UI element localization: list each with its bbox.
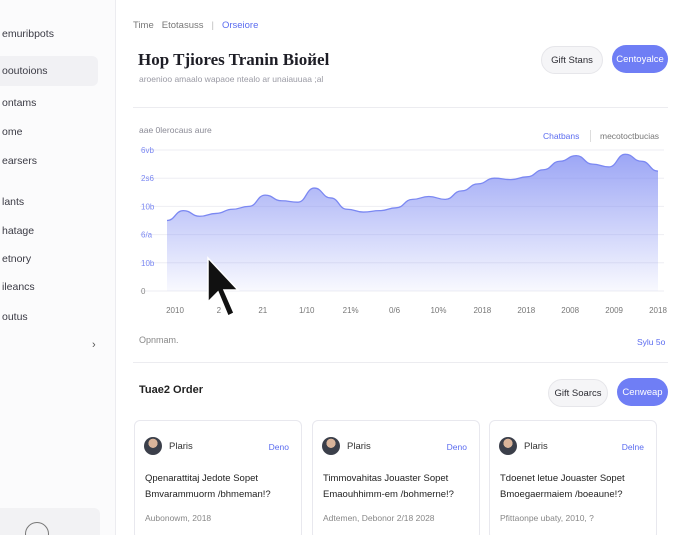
sidebar-item-label: outus xyxy=(2,311,28,323)
card-meta: Adtemen, Debonor 2/18 2028 xyxy=(323,513,435,523)
card-name: Plaris xyxy=(347,441,371,452)
x-tick-label: 0/6 xyxy=(389,306,401,315)
sidebar-item-0[interactable]: emuribpots xyxy=(0,19,98,49)
breadcrumb-current[interactable]: Orseiore xyxy=(222,20,258,31)
avatar xyxy=(144,437,162,455)
x-tick-label: 21% xyxy=(343,306,359,315)
section-primary-button[interactable]: Cenweap xyxy=(617,378,668,406)
card-tag[interactable]: Deno xyxy=(447,442,467,452)
divider xyxy=(133,107,668,108)
y-tick-label: 10b xyxy=(141,259,155,268)
y-tick-label: 6vb xyxy=(141,146,154,155)
card-0[interactable]: Plaris Deno Qpenarattitaj Jedote Sopet B… xyxy=(134,420,302,535)
card-2[interactable]: Plaris Delne Tdoenet letue Jouaster Sope… xyxy=(489,420,657,535)
chart-tab-active[interactable]: Chatbans xyxy=(543,131,579,141)
chart-tab-other[interactable]: mecotoctbucias xyxy=(600,131,659,141)
chart-tab-separator xyxy=(590,130,591,142)
avatar xyxy=(322,437,340,455)
chart-footer-link[interactable]: Sylu 5o xyxy=(637,337,665,347)
sidebar-item-1[interactable]: ooutoions xyxy=(0,56,98,86)
card-1[interactable]: Plaris Deno Timmovahitas Jouaster Sopet … xyxy=(312,420,480,535)
breadcrumb: Time Etotasuss | Orseiore xyxy=(133,20,258,31)
sidebar-item-7[interactable]: etnory xyxy=(0,244,98,274)
avatar xyxy=(499,437,517,455)
breadcrumb-item-0[interactable]: Time xyxy=(133,20,154,31)
sidebar-item-label: emuribpots xyxy=(2,28,54,40)
sidebar-item-2[interactable]: ontams xyxy=(0,88,98,118)
sidebar-item-label: hatage xyxy=(2,225,35,237)
chart-footer-label: Opnmam. xyxy=(139,335,179,345)
chart-area xyxy=(167,154,658,291)
divider xyxy=(133,362,668,363)
breadcrumb-item-1[interactable]: Etotasuss xyxy=(162,20,204,31)
chart-line xyxy=(166,153,659,222)
sidebar-item-label: ileancs xyxy=(2,281,35,293)
x-tick-label: 1/10 xyxy=(299,306,315,315)
sidebar-item-label: lants xyxy=(2,196,25,208)
sidebar-item-label: ome xyxy=(2,126,23,138)
sidebar-item-label: ontams xyxy=(2,97,37,109)
chevron-right-icon[interactable]: › xyxy=(92,339,96,351)
sidebar-item-label: ooutoions xyxy=(2,65,48,77)
gift-stans-button[interactable]: Gift Stans xyxy=(541,46,603,74)
section-title: Tuae2 Order xyxy=(139,384,203,396)
y-tick-label: 6/a xyxy=(141,231,153,240)
gift-soarcs-button[interactable]: Gift Soarcs xyxy=(548,379,608,407)
y-tick-label: 0 xyxy=(141,287,146,296)
x-tick-label: 21 xyxy=(258,306,267,315)
sidebar-item-6[interactable]: hatage xyxy=(0,216,98,246)
card-name: Plaris xyxy=(524,441,548,452)
card-text: Qpenarattitaj Jedote Sopet Bmvarammuorm … xyxy=(145,473,271,500)
sidebar-item-4[interactable]: earsers xyxy=(0,146,98,176)
chart-label: aae 0lerocaus aure xyxy=(139,125,212,135)
sidebar-item-9[interactable]: outus xyxy=(0,302,98,332)
sidebar-item-label: etnory xyxy=(2,253,32,265)
y-tick-label: 10b xyxy=(141,202,155,211)
sidebar-footer xyxy=(0,508,100,535)
x-tick-label: 2018 xyxy=(473,306,491,315)
mouse-cursor-icon xyxy=(207,256,240,318)
sidebar-item-8[interactable]: ileancs xyxy=(0,272,98,302)
y-tick-label: 2s6 xyxy=(141,174,154,183)
page-title: Hop Tjiores Tranin Bioйel xyxy=(138,50,330,69)
sidebar-item-label: earsers xyxy=(2,155,38,167)
x-tick-label: 2010 xyxy=(166,306,184,315)
sidebar-item-3[interactable]: ome xyxy=(0,117,98,147)
sidebar: emuribpots ooutoions ontams ome earsers … xyxy=(0,0,116,535)
card-tag[interactable]: Deno xyxy=(269,442,289,452)
card-name: Plaris xyxy=(169,441,193,452)
card-meta: Aubonowm, 2018 xyxy=(145,513,212,523)
card-text: Tdoenet letue Jouaster Sopet Bmoegaermai… xyxy=(500,473,625,500)
x-tick-label: 10% xyxy=(430,306,446,315)
card-text: Timmovahitas Jouaster Sopet Emaouhhimm-e… xyxy=(323,473,454,500)
x-tick-label: 2009 xyxy=(605,306,623,315)
page-subtitle: aroenioo amaalo wapaoe ntealo ar unaiauu… xyxy=(139,74,324,84)
breadcrumb-separator: | xyxy=(211,20,214,31)
x-tick-label: 2018 xyxy=(649,306,667,315)
x-tick-label: 2018 xyxy=(517,306,535,315)
x-tick-label: 2008 xyxy=(561,306,579,315)
sidebar-item-5[interactable]: lants xyxy=(0,187,98,217)
primary-action-button[interactable]: Centoyalce xyxy=(612,45,668,73)
card-meta: Pfittaonpe ubaty, 2010, ? xyxy=(500,513,594,523)
card-tag[interactable]: Delne xyxy=(622,442,644,452)
